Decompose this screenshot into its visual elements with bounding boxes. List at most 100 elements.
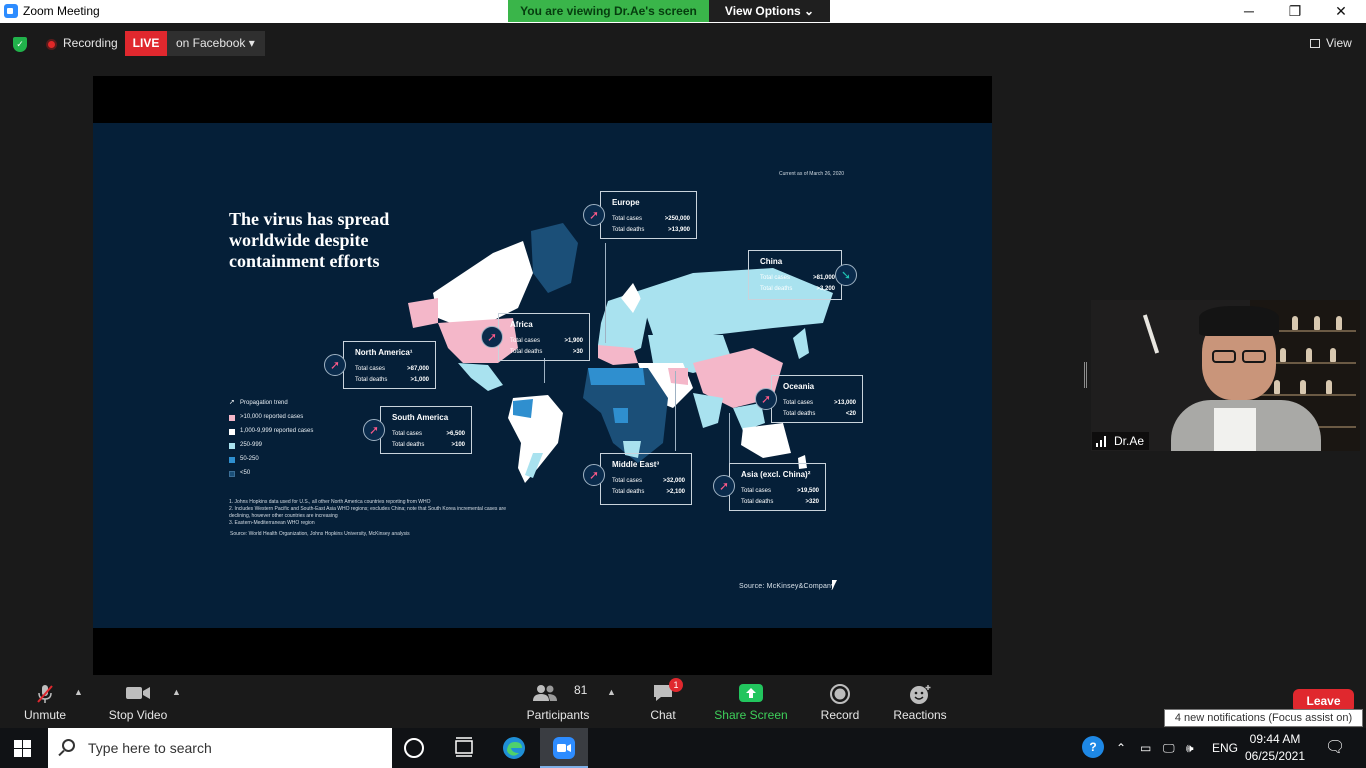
window-title: Zoom Meeting [23,4,100,18]
callout-south-america: South America Total cases >6,500 Total d… [380,406,472,454]
edge-browser-icon[interactable] [502,736,526,760]
europe-leader-line [605,243,606,343]
panel-resize-handle[interactable] [1084,362,1087,388]
callout-north-america-name: North America¹ [355,348,413,357]
callout-china-cases-label: Total cases [760,275,791,281]
participant-shirt [1214,408,1256,451]
callout-middle-east-cases-label: Total cases [612,478,643,484]
callout-china-deaths-label: Total deaths [760,286,793,292]
callout-africa-cases: >1,900 [564,338,583,344]
volume-icon[interactable]: 🕪 [1186,728,1194,768]
asia-leader-line [729,413,730,463]
callout-south-america-deaths: >100 [451,442,465,448]
share-screen-button[interactable]: Share Screen [713,675,789,728]
minimize-button[interactable]: ─ [1226,0,1272,23]
restore-button[interactable]: ❐ [1272,0,1318,23]
callout-china: China Total cases >81,000 Total deaths >… [748,250,842,300]
stop-video-label: Stop Video [108,708,168,722]
callout-south-america-cases: >6,500 [446,431,465,437]
callout-africa: Africa Total cases >1,900 Total deaths >… [498,313,590,361]
africa-leader-line [544,358,545,383]
participants-button[interactable]: 81 Participants [523,675,593,728]
view-options-button[interactable]: View Options ⌄ [709,0,830,22]
muted-mic-icon [37,685,53,703]
cortana-icon[interactable] [404,738,424,758]
callout-europe-cases-label: Total cases [612,216,643,222]
taskbar-search-input[interactable]: Type here to search [48,728,392,768]
callout-asia-deaths: >320 [805,499,819,505]
shared-screen[interactable]: Current as of March 26, 2020 The virus h… [93,76,992,675]
clock-date: 06/25/2021 [1244,749,1306,763]
callout-north-america: North America¹ Total cases >87,000 Total… [343,341,436,389]
task-view-icon[interactable] [453,736,477,760]
presentation-slide: Current as of March 26, 2020 The virus h… [93,123,992,628]
power-icon[interactable]: ▭ [1140,728,1151,768]
recording-label[interactable]: Recording [63,36,118,50]
callout-oceania-cases: >13,000 [834,400,856,406]
footnote-line: 3. Eastern-Mediterranean WHO region [229,520,315,526]
footnote-line: 1. Johns Hopkins data used for U.S., all… [229,499,431,505]
clock-time: 09:44 AM [1249,732,1301,746]
legend-label: Propagation trend [240,400,288,406]
search-icon [62,739,75,752]
participant-video-tile[interactable] [1091,300,1360,451]
participants-options-caret-icon[interactable]: ▲ [607,687,616,697]
callout-north-america-deaths-label: Total deaths [355,377,388,383]
legend-label: <50 [240,470,251,476]
callout-middle-east-name: Middle East³ [612,460,660,469]
close-button[interactable]: ✕ [1318,0,1364,23]
callout-asia-name: Asia (excl. China)² [741,470,811,479]
callout-south-america-name: South America [392,413,449,422]
callout-china-deaths: >3,200 [816,286,835,292]
footnote-line: 2. Includes Western Pacific and South-Ea… [229,506,506,512]
callout-china-cases: >81,000 [813,275,835,281]
callout-middle-east-deaths: >2,100 [666,489,685,495]
live-destination-dropdown[interactable]: on Facebook ▾ [167,31,265,56]
legend-item: 250-999 [229,442,313,456]
legend-item: <50 [229,470,313,484]
legend-item: ➚ Propagation trend [229,399,288,406]
notification-center-icon[interactable]: 🗨 [1325,728,1345,768]
participant-glasses [1242,350,1266,363]
audio-options-caret-icon[interactable]: ▲ [74,687,83,697]
chat-label: Chat [650,708,676,722]
trend-down-icon-china: ➘ [835,264,857,286]
tray-overflow-icon[interactable]: ⌃ [1116,728,1126,768]
callout-africa-cases-label: Total cases [510,338,541,344]
callout-africa-deaths-label: Total deaths [510,349,543,355]
share-screen-icon [739,684,763,702]
help-icon[interactable]: ? [1082,736,1104,758]
record-button[interactable]: Record [815,675,865,728]
participants-count: 81 [574,683,588,697]
map-legend: ➚ Propagation trend >10,000 reported case… [229,399,314,484]
callout-north-america-deaths: >1,000 [410,377,429,383]
notification-tooltip: 4 new notifications (Focus assist on) [1164,709,1363,727]
callout-asia-cases: >19,500 [797,488,819,494]
callout-oceania-deaths: <20 [845,411,856,417]
callout-africa-name: Africa [510,320,533,329]
slide-footnotes: 1. Johns Hopkins data used for U.S., all… [229,499,559,527]
legend-label: 50-250 [240,456,259,462]
video-camera-icon [126,687,150,699]
windows-taskbar: Type here to search ? ⌃ ▭ 🖵 🕪 ENG 09:44 … [0,728,1366,768]
legend-label: 1,000-9,999 reported cases [240,428,314,434]
unmute-button[interactable]: Unmute [15,675,75,728]
zoom-taskbar-item[interactable] [540,728,588,768]
taskbar-clock[interactable]: 09:44 AM 06/25/2021 [1240,731,1310,765]
network-icon[interactable]: 🖵 [1163,728,1175,768]
security-shield-icon[interactable]: ✓ [13,37,27,52]
mouse-cursor-icon [832,580,837,590]
video-options-caret-icon[interactable]: ▲ [172,687,181,697]
language-indicator[interactable]: ENG [1212,728,1238,768]
view-button[interactable]: View [1326,36,1352,50]
slide-data-source: Source: World Health Organization, Johns… [230,531,410,537]
windows-start-icon[interactable] [14,740,32,757]
reactions-button[interactable]: Reactions [890,675,950,728]
viewing-screen-banner: You are viewing Dr.Ae's screen [508,0,709,22]
callout-asia-deaths-label: Total deaths [741,499,774,505]
legend-label: >10,000 reported cases [240,414,304,420]
callout-middle-east: Middle East³ Total cases >32,000 Total d… [600,453,692,505]
reactions-smiley-icon [910,685,931,704]
stop-video-button[interactable]: Stop Video [103,675,173,728]
live-badge: LIVE [125,31,167,56]
